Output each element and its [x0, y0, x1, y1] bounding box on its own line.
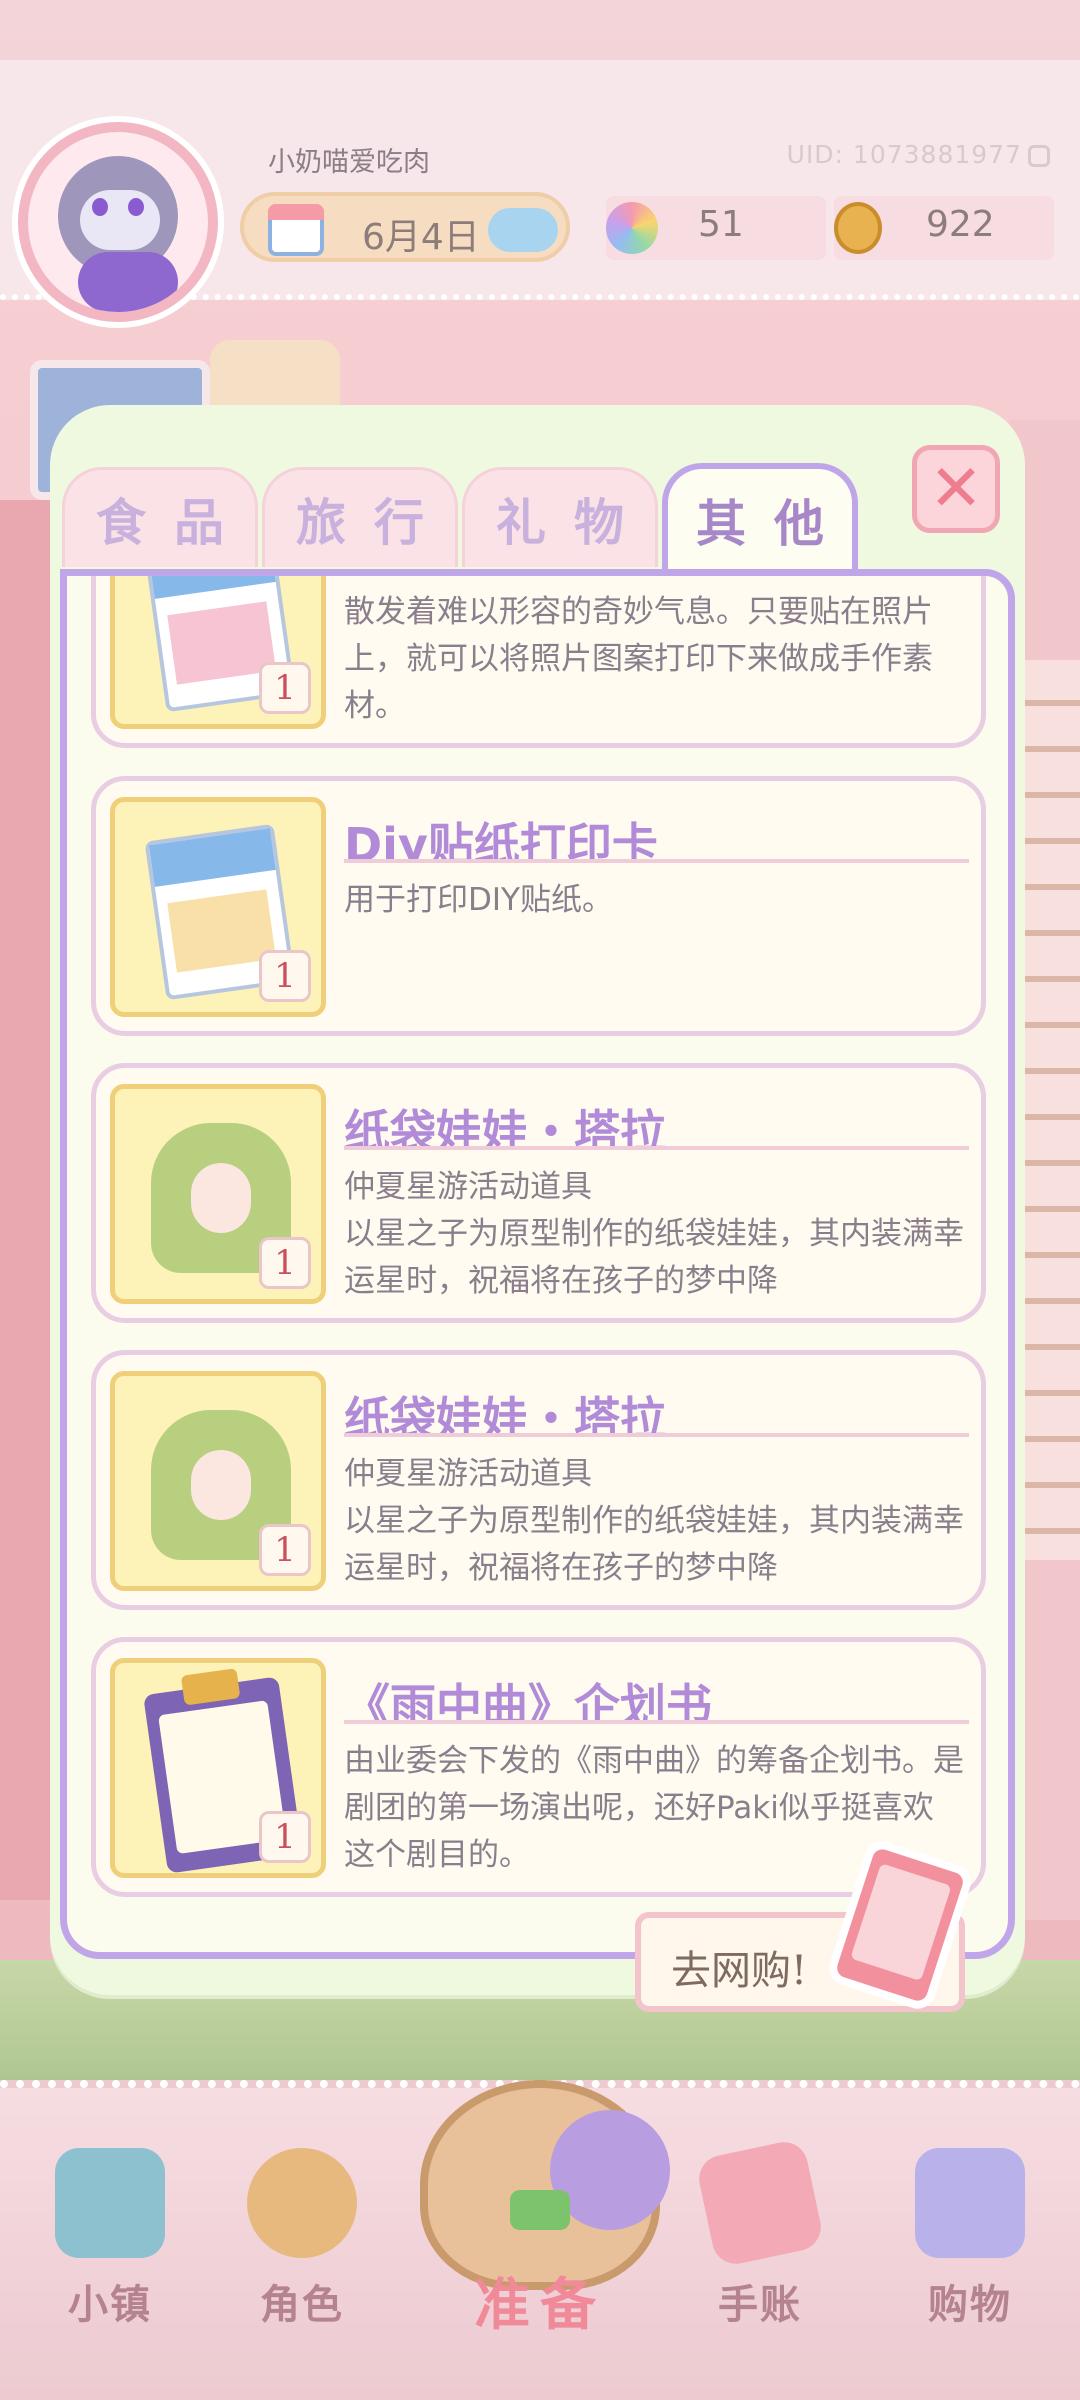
- date-text: 6月4日: [362, 217, 480, 258]
- close-button[interactable]: ✕: [912, 445, 1000, 533]
- nav-item-town[interactable]: 小镇: [30, 2148, 190, 2388]
- item-thumbnail: 1: [110, 1084, 326, 1304]
- item-title: Diy贴纸打印卡: [344, 809, 969, 863]
- cloud-weather-icon: [488, 208, 558, 252]
- tab-travel[interactable]: 旅行: [262, 467, 458, 567]
- coin-count: 922: [926, 204, 995, 245]
- item-count-badge: 1: [259, 1524, 311, 1576]
- tab-food[interactable]: 食品: [62, 467, 258, 567]
- item-count-badge: 1: [259, 662, 311, 714]
- item-count-badge: 1: [259, 1811, 311, 1863]
- item-count-badge: 1: [259, 1237, 311, 1289]
- nav-label: 手账: [718, 2282, 802, 2328]
- coin-currency[interactable]: 922: [834, 196, 1054, 260]
- item-thumbnail: 1: [110, 797, 326, 1017]
- coin-icon: [834, 202, 882, 254]
- flower-icon: [606, 202, 658, 254]
- nav-item-character[interactable]: 角色: [222, 2148, 382, 2388]
- copy-icon[interactable]: [1028, 145, 1050, 167]
- item-count-badge: 1: [259, 950, 311, 1002]
- inventory-panel: 食品 旅行 礼物 其他 ✕ 1 散发着难以形容的奇妙气息。只要贴在照片上，就可以…: [50, 405, 1025, 1995]
- item-title: [344, 569, 969, 575]
- avatar[interactable]: [18, 122, 218, 322]
- item-thumbnail: 1: [110, 1658, 326, 1878]
- item-title: 《雨中曲》企划书: [344, 1670, 969, 1724]
- list-item[interactable]: 1 散发着难以形容的奇妙气息。只要贴在照片上，就可以将照片图案打印下来做成手作素…: [91, 569, 986, 748]
- item-thumbnail: 1: [110, 576, 326, 729]
- item-description: 用于打印DIY贴纸。: [344, 882, 613, 918]
- nav-label: 购物: [928, 2282, 1012, 2328]
- cat-avatar-eye: [92, 198, 108, 216]
- item-list[interactable]: 1 散发着难以形容的奇妙气息。只要贴在照片上，就可以将照片图案打印下来做成手作素…: [60, 569, 1015, 1959]
- nav-item-journal[interactable]: 手账: [680, 2137, 840, 2388]
- item-description: 散发着难以形容的奇妙气息。只要贴在照片上，就可以将照片图案打印下来做成手作素材。: [344, 594, 933, 724]
- item-title: 纸袋娃娃・塔拉: [344, 1096, 969, 1150]
- journal-icon: [694, 2137, 826, 2269]
- item-description: 仲夏星游活动道具 以星之子为原型制作的纸袋娃娃，其内装满幸运星时，祝福将在孩子的…: [344, 1169, 964, 1299]
- shopping-bag-icon: [915, 2148, 1025, 2258]
- bow-icon: [510, 2190, 570, 2230]
- cat-avatar-body: [78, 252, 178, 312]
- flower-count: 51: [698, 204, 744, 245]
- map-icon: [55, 2148, 165, 2258]
- username: 小奶喵爱吃肉: [268, 147, 430, 178]
- nav-label: 小镇: [68, 2282, 152, 2328]
- nav-item-shopping[interactable]: 购物: [890, 2148, 1050, 2388]
- close-icon: ✕: [929, 452, 983, 526]
- cat-avatar-face: [80, 190, 160, 250]
- flower-currency[interactable]: 51: [606, 196, 826, 260]
- item-thumbnail: 1: [110, 1371, 326, 1591]
- tab-gift[interactable]: 礼物: [462, 467, 658, 567]
- uid-text: UID: 1073881977: [786, 140, 1022, 169]
- list-item[interactable]: 1 纸袋娃娃・塔拉 仲夏星游活动道具 以星之子为原型制作的纸袋娃娃，其内装满幸运…: [91, 1350, 986, 1610]
- category-tabs: 食品 旅行 礼物 其他: [62, 463, 858, 577]
- date-pill[interactable]: 6月4日: [240, 192, 570, 262]
- tab-other[interactable]: 其他: [662, 463, 858, 571]
- nav-item-prepare[interactable]: 准备: [400, 2070, 680, 2370]
- item-title: 纸袋娃娃・塔拉: [344, 1383, 969, 1437]
- cat-avatar-eye: [128, 198, 144, 216]
- go-shopping-label: 去网购!: [671, 1948, 808, 1994]
- top-header: [0, 60, 1080, 322]
- item-description: 仲夏星游活动道具 以星之子为原型制作的纸袋娃娃，其内装满幸运星时，祝福将在孩子的…: [344, 1456, 964, 1586]
- calendar-icon: [268, 204, 324, 256]
- list-item[interactable]: 1 《雨中曲》企划书 由业委会下发的《雨中曲》的筹备企划书。是剧团的第一场演出呢…: [91, 1637, 986, 1897]
- uid-label[interactable]: UID: 1073881977: [787, 140, 1050, 169]
- nav-label: 角色: [260, 2282, 344, 2328]
- list-item[interactable]: 1 纸袋娃娃・塔拉 仲夏星游活动道具 以星之子为原型制作的纸袋娃娃，其内装满幸运…: [91, 1063, 986, 1323]
- character-icon: [247, 2148, 357, 2258]
- list-item[interactable]: 1 Diy贴纸打印卡 用于打印DIY贴纸。: [91, 776, 986, 1036]
- nav-label: 准备: [474, 2273, 606, 2338]
